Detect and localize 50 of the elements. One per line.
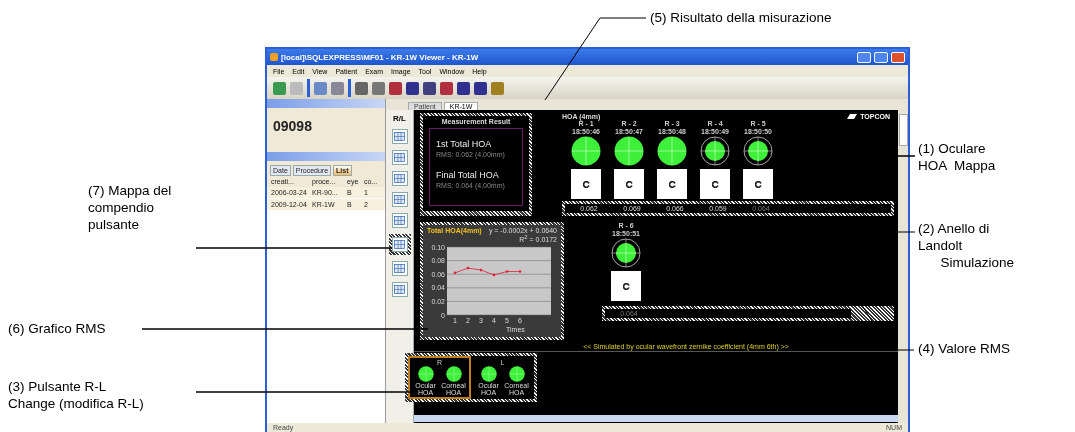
toolbar-icon[interactable] <box>389 81 402 95</box>
data-point <box>505 270 509 274</box>
close-button[interactable] <box>891 51 905 63</box>
grid-icon <box>394 240 405 249</box>
landolt-ring-icon <box>668 180 676 188</box>
landolt-ring-icon <box>622 282 630 290</box>
callout-label: (7) Mappa del compendio pulsante <box>88 182 172 233</box>
wavefront-map <box>508 366 525 383</box>
wavefront-map <box>480 366 497 383</box>
toolbar-icon[interactable] <box>474 81 487 95</box>
rl-label: R/L <box>393 114 406 123</box>
callout-label: (6) Grafico RMS <box>8 320 106 337</box>
patient-id: 09098 <box>267 108 385 152</box>
grid-icon <box>394 153 405 162</box>
grid-icon <box>394 216 405 225</box>
toolbar-icon[interactable] <box>457 81 470 95</box>
data-point <box>492 273 496 277</box>
minimize-button[interactable] <box>857 51 871 63</box>
toolbar-icon[interactable] <box>406 81 419 95</box>
callout-label: (1) Oculare HOA Mappa <box>918 140 996 174</box>
callout-label: (5) Risultato della misurazione <box>650 9 832 26</box>
app-icon <box>270 53 278 61</box>
maximize-button[interactable] <box>874 51 888 63</box>
landolt-ring-icon <box>711 180 719 188</box>
side-tab[interactable] <box>898 114 908 146</box>
grid-icon <box>394 132 405 141</box>
callout-label: (2) Anello di Landolt Simulazione <box>918 220 1015 271</box>
landolt-ring-icon <box>754 180 762 188</box>
grid-icon <box>394 264 405 273</box>
toolbar-icon[interactable] <box>423 81 436 95</box>
grid-icon <box>394 285 405 294</box>
landolt-ring-icon <box>625 180 633 188</box>
grid-icon <box>394 195 405 204</box>
callout-label: (3) Pulsante R-L Change (modifica R-L) <box>8 378 144 412</box>
toolbar-icon[interactable] <box>440 81 453 95</box>
landolt-ring-icon <box>582 180 590 188</box>
horizontal-scrollbar[interactable] <box>414 415 898 422</box>
window-title: [local]\SQLEXPRESS\MF01 - KR-1W Viewer - KR-1W <box>281 52 480 62</box>
wavefront-map <box>417 366 434 383</box>
data-line <box>454 268 521 276</box>
result-label: Final Total HOA <box>436 170 500 180</box>
grid-icon <box>394 174 405 183</box>
toolbar-icon[interactable] <box>355 81 368 95</box>
data-point <box>479 269 483 272</box>
data-point <box>466 267 470 270</box>
wavefront-map <box>445 366 462 383</box>
data-point <box>518 270 522 274</box>
data-point <box>453 271 457 275</box>
callout-label: (4) Valore RMS <box>918 340 1011 357</box>
result-label: 1st Total HOA <box>436 139 493 149</box>
